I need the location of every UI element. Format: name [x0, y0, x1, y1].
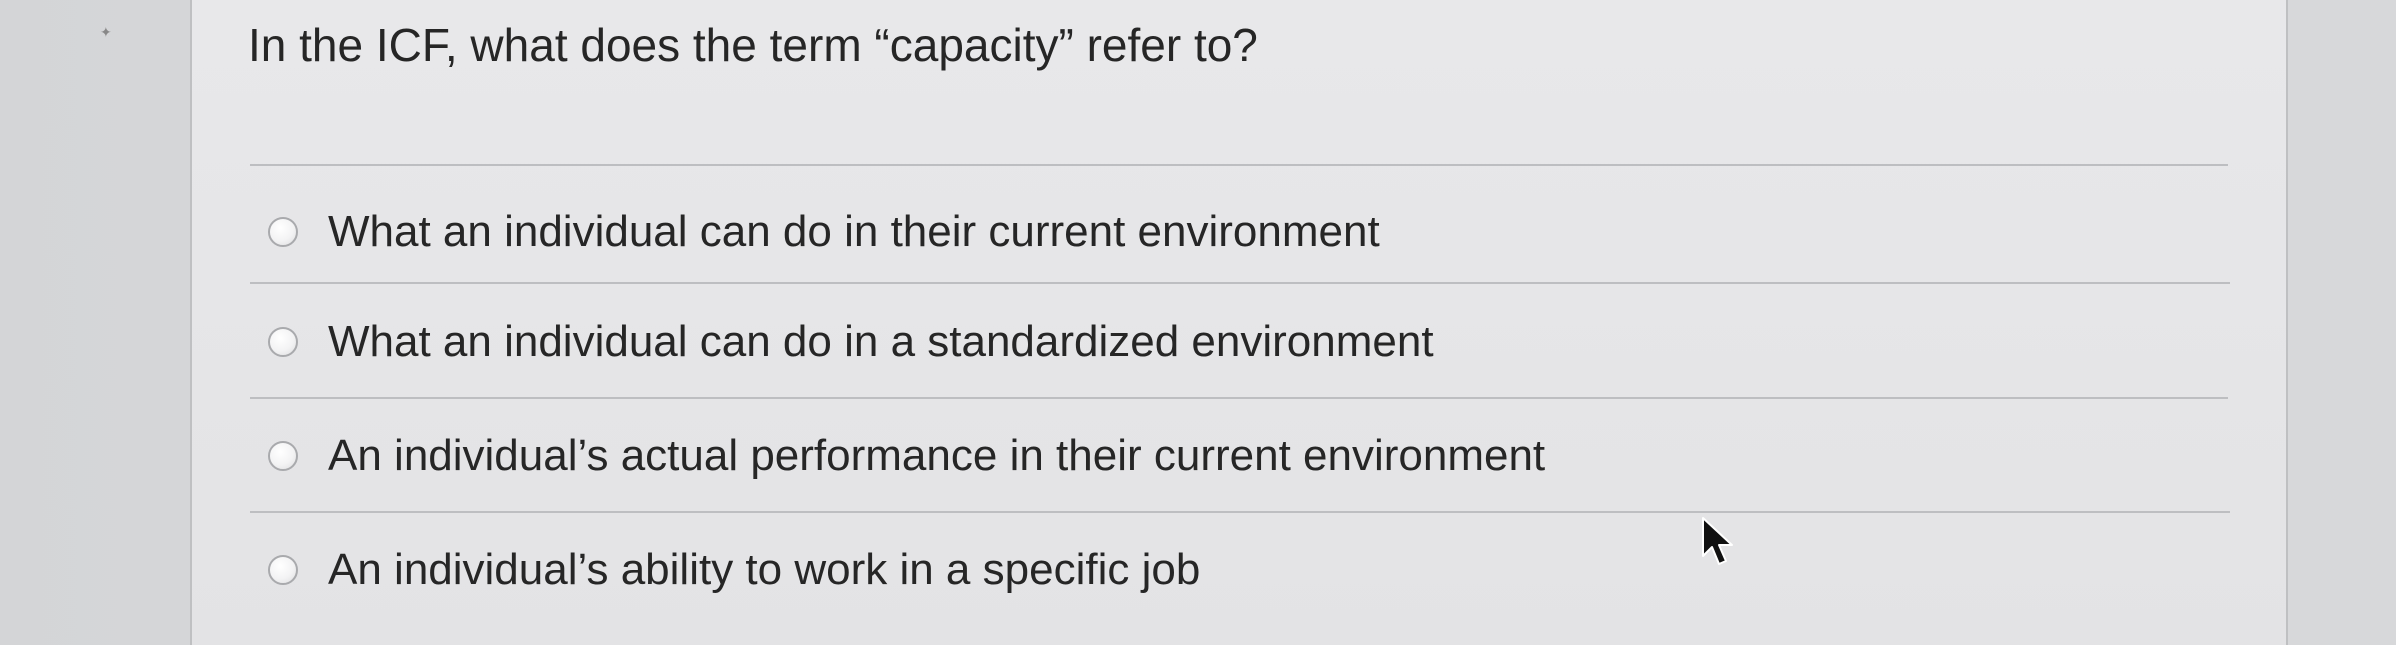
- answer-option-4[interactable]: An individual’s ability to work in a spe…: [268, 540, 1200, 600]
- answer-option-label: An individual’s ability to work in a spe…: [328, 545, 1201, 594]
- decorative-mark-icon: ✦: [100, 24, 112, 40]
- question-card: In the ICF, what does the term “capacity…: [190, 0, 2288, 645]
- answer-option-1[interactable]: What an individual can do in their curre…: [268, 202, 1380, 262]
- answer-option-2[interactable]: What an individual can do in a standardi…: [268, 312, 1434, 372]
- divider: [250, 164, 2228, 166]
- radio-unchecked-icon[interactable]: [268, 555, 298, 585]
- answer-option-label: An individual’s actual performance in th…: [328, 431, 1546, 480]
- mouse-pointer-icon: [1702, 517, 1733, 565]
- radio-unchecked-icon[interactable]: [268, 217, 298, 247]
- screen: ✦ In the ICF, what does the term “capaci…: [0, 0, 2396, 645]
- divider: [250, 397, 2228, 399]
- answer-option-label: What an individual can do in their curre…: [328, 207, 1380, 256]
- radio-unchecked-icon[interactable]: [268, 441, 298, 471]
- radio-unchecked-icon[interactable]: [268, 327, 298, 357]
- divider: [250, 282, 2230, 284]
- question-text: In the ICF, what does the term “capacity…: [248, 19, 1258, 71]
- answer-option-3[interactable]: An individual’s actual performance in th…: [268, 426, 1545, 486]
- divider: [250, 511, 2230, 513]
- answer-option-label: What an individual can do in a standardi…: [328, 317, 1434, 366]
